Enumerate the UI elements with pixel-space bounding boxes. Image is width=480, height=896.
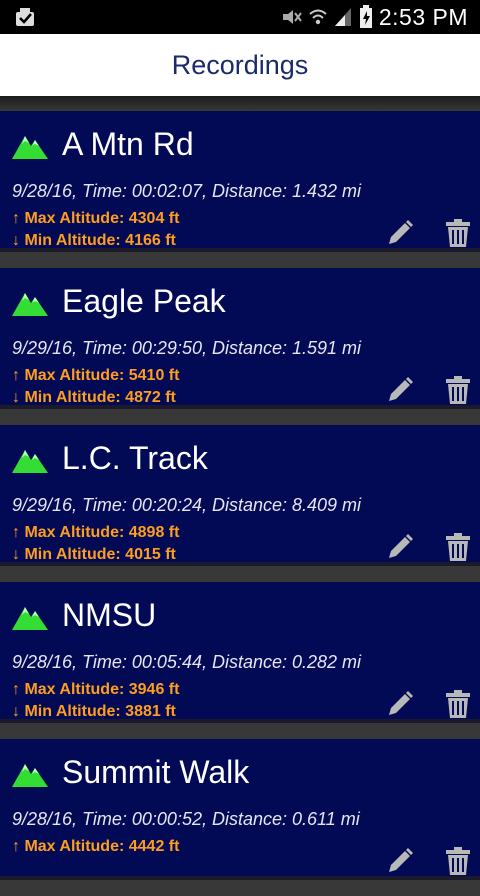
- battery-charging-icon: [359, 5, 372, 28]
- status-icons: 2:53 PM: [281, 0, 468, 34]
- mountain-icon: [12, 136, 48, 159]
- recording-details: 9/28/16, Time: 00:05:44, Distance: 0.282…: [12, 652, 362, 672]
- max-altitude: ↑ Max Altitude: 3946 ft: [12, 681, 180, 698]
- recording-item[interactable]: L.C. Track 9/29/16, Time: 00:20:24, Dist…: [0, 425, 480, 582]
- edit-icon[interactable]: [386, 219, 414, 247]
- status-bar: 2:53 PM: [0, 0, 480, 34]
- recording-name: A Mtn Rd: [62, 126, 194, 162]
- recording-details: 9/29/16, Time: 00:29:50, Distance: 1.591…: [12, 338, 362, 358]
- min-altitude: ↓ Min Altitude: 3881 ft: [12, 703, 176, 720]
- recording-item[interactable]: Eagle Peak 9/29/16, Time: 00:29:50, Dist…: [0, 268, 480, 425]
- max-altitude: ↑ Max Altitude: 4898 ft: [12, 524, 180, 541]
- recording-name: L.C. Track: [62, 440, 208, 476]
- delete-icon[interactable]: [446, 690, 470, 718]
- signal-icon: [334, 8, 351, 26]
- status-time: 2:53 PM: [378, 3, 468, 30]
- recording-item[interactable]: Summit Walk 9/28/16, Time: 00:00:52, Dis…: [0, 739, 480, 896]
- recording-name: Summit Walk: [62, 754, 250, 790]
- recordings-list: A Mtn Rd 9/28/16, Time: 00:02:07, Distan…: [0, 111, 480, 896]
- max-altitude: ↑ Max Altitude: 5410 ft: [12, 367, 180, 384]
- mountain-icon: [12, 450, 48, 473]
- wifi-icon: [309, 9, 327, 25]
- edit-icon[interactable]: [386, 376, 414, 404]
- page-title: Recordings: [171, 49, 309, 80]
- recording-name: NMSU: [62, 597, 157, 633]
- mute-icon: [282, 10, 302, 24]
- edit-icon[interactable]: [386, 690, 414, 718]
- delete-icon[interactable]: [446, 847, 470, 875]
- mountain-icon: [12, 764, 48, 787]
- delete-icon[interactable]: [446, 376, 470, 404]
- app-header: Recordings: [0, 34, 480, 96]
- mountain-icon: [12, 607, 48, 630]
- mountain-icon: [12, 293, 48, 316]
- min-altitude: ↓ Min Altitude: 4872 ft: [12, 389, 176, 406]
- edit-icon[interactable]: [386, 847, 414, 875]
- header-shadow: [0, 96, 480, 112]
- max-altitude: ↑ Max Altitude: 4304 ft: [12, 210, 180, 227]
- recording-item[interactable]: A Mtn Rd 9/28/16, Time: 00:02:07, Distan…: [0, 111, 480, 268]
- delete-icon[interactable]: [446, 219, 470, 247]
- download-notification-icon: [16, 8, 34, 26]
- delete-icon[interactable]: [446, 533, 470, 561]
- max-altitude: ↑ Max Altitude: 4442 ft: [12, 838, 180, 855]
- recording-details: 9/29/16, Time: 00:20:24, Distance: 8.409…: [12, 495, 362, 515]
- min-altitude: ↓ Min Altitude: 4166 ft: [12, 232, 176, 249]
- recording-details: 9/28/16, Time: 00:00:52, Distance: 0.611…: [12, 809, 360, 829]
- edit-icon[interactable]: [386, 533, 414, 561]
- min-altitude: ↓ Min Altitude: 4015 ft: [12, 546, 176, 563]
- recording-item[interactable]: NMSU 9/28/16, Time: 00:05:44, Distance: …: [0, 582, 480, 739]
- recording-name: Eagle Peak: [62, 283, 226, 319]
- recording-details: 9/28/16, Time: 00:02:07, Distance: 1.432…: [12, 181, 362, 201]
